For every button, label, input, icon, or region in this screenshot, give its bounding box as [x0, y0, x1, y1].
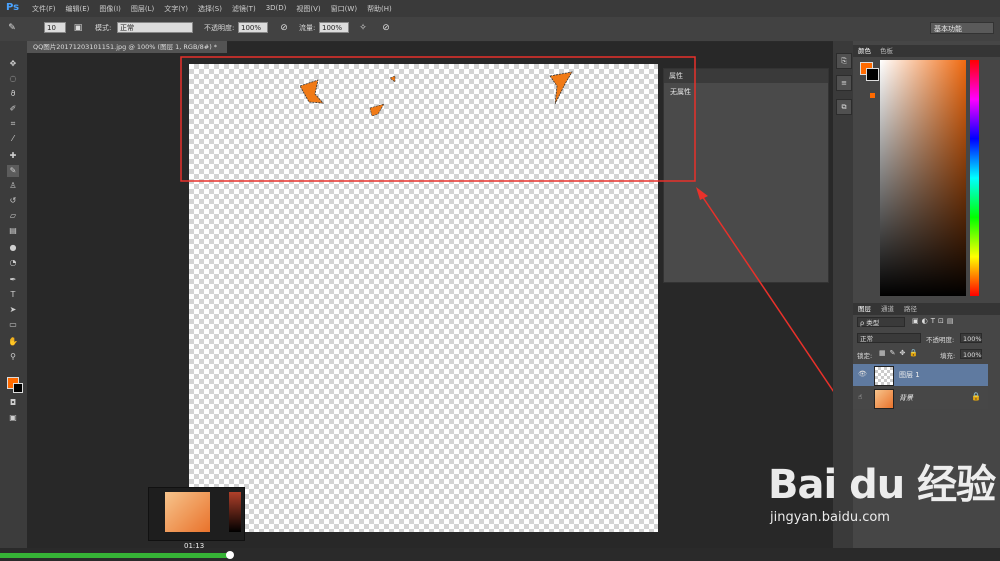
layer-name[interactable]: 背景 — [899, 393, 913, 403]
tab-paths[interactable]: 路径 — [904, 304, 917, 314]
hue-slider[interactable] — [970, 60, 979, 296]
color-picker-field[interactable] — [880, 60, 966, 296]
tab-channels[interactable]: 通道 — [881, 304, 894, 314]
fill-input[interactable]: 100% — [960, 349, 982, 359]
layer-thumbnail — [874, 389, 894, 409]
fill-label: 填充: — [940, 352, 956, 360]
layer-opacity-input[interactable]: 100% — [960, 333, 982, 343]
watermark-brand: Bai du 经验 — [768, 462, 996, 508]
video-progress-bar[interactable] — [0, 553, 232, 558]
layers-panel-tabs: 图层 通道 路径 — [853, 303, 1000, 315]
video-preview-color-strip — [229, 492, 241, 532]
properties-panel-icon[interactable]: ≡ — [836, 75, 852, 91]
layer-lock-icon: 🔒 — [971, 392, 981, 401]
video-preview-image — [165, 492, 210, 532]
layer-opacity-label: 不透明度: — [926, 336, 955, 344]
lock-icons[interactable]: ▦✎✥🔒 — [879, 349, 922, 357]
tab-color[interactable]: 颜色 — [858, 46, 871, 56]
baidu-jingyan-watermark: Bai du 经验 jingyan.baidu.com — [768, 452, 996, 525]
layer-filter-select[interactable]: ρ 类型 — [857, 317, 905, 327]
color-panel-background-swatch[interactable] — [866, 68, 879, 81]
video-progress-knob[interactable] — [226, 551, 234, 559]
lock-label: 锁定: — [857, 352, 873, 360]
layer-filter-icons[interactable]: ▣◐T⊡▤ — [912, 317, 956, 325]
layer-name[interactable]: 图层 1 — [899, 370, 920, 380]
tab-layers[interactable]: 图层 — [858, 304, 871, 314]
history-panel-icon[interactable]: ⎘ — [836, 53, 852, 69]
blend-mode-select[interactable]: 正常 — [857, 333, 921, 343]
gamut-warning-swatch — [870, 93, 875, 98]
layer-row-layer1[interactable]: 👁 图层 1 — [853, 364, 988, 386]
hand-cursor-icon: ☝ — [858, 393, 863, 401]
annotation-arrow-head — [696, 187, 708, 200]
tab-swatches[interactable]: 色板 — [880, 46, 893, 56]
color-panel-tabs: 颜色 色板 — [853, 45, 1000, 57]
visibility-eye-icon[interactable]: 👁 — [858, 370, 867, 378]
watermark-url: jingyan.baidu.com — [770, 510, 890, 525]
character-panel-icon[interactable]: ⧉ — [836, 99, 852, 115]
layer-thumbnail — [874, 366, 894, 386]
layer-row-background[interactable]: ☝ 背景 🔒 — [853, 387, 988, 409]
annotation-box — [180, 56, 696, 182]
